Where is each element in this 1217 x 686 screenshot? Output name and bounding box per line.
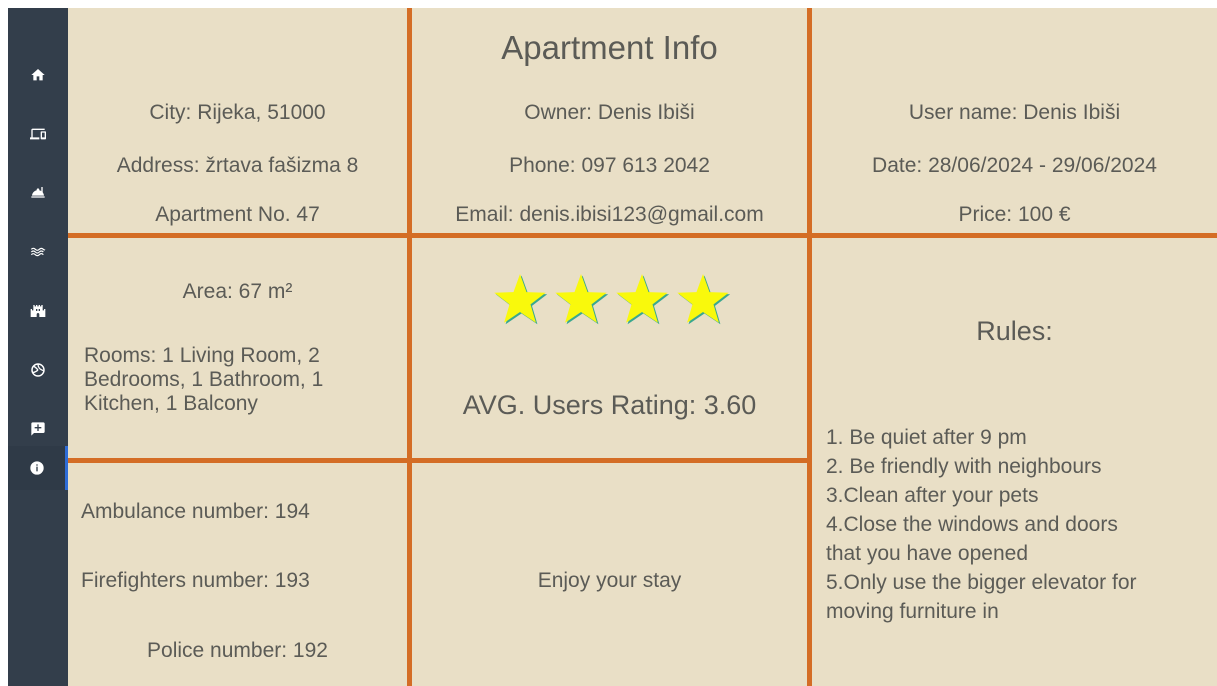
devices-icon bbox=[30, 128, 46, 140]
rules-title: Rules: bbox=[976, 316, 1053, 346]
police-number-text: Police number: 192 bbox=[147, 639, 328, 662]
average-rating-text: AVG. Users Rating: 3.60 bbox=[462, 390, 757, 420]
home-icon bbox=[31, 69, 45, 81]
add-comment-icon bbox=[31, 422, 45, 436]
star-icon bbox=[677, 274, 729, 323]
star-icon bbox=[494, 274, 546, 323]
user-name-text: User name: Denis Ibiši bbox=[908, 101, 1121, 124]
sidebar-item-add-comment[interactable] bbox=[8, 407, 68, 451]
sidebar-item-waves[interactable] bbox=[8, 230, 68, 274]
rules-list: 1. Be quiet after 9 pm 2. Be friendly wi… bbox=[826, 426, 1137, 623]
apartment-number-text: Apartment No. 47 bbox=[155, 203, 320, 226]
info-icon bbox=[29, 461, 44, 475]
email-text: Email: denis.ibisi123@gmail.com bbox=[455, 203, 764, 226]
room-service-icon bbox=[31, 187, 45, 198]
ambulance-number-text: Ambulance number: 194 bbox=[81, 500, 310, 523]
star-icon bbox=[555, 274, 607, 323]
sidebar-item-home[interactable] bbox=[8, 53, 68, 97]
sidebar-item-info[interactable] bbox=[8, 446, 68, 490]
owner-text: Owner: Denis Ibiši bbox=[524, 101, 695, 124]
sidebar-item-devices[interactable] bbox=[8, 112, 68, 156]
area-text: Area: 67 m² bbox=[182, 280, 293, 303]
waves-icon bbox=[30, 247, 46, 257]
greeting-text: Enjoy your stay bbox=[537, 569, 682, 592]
address-text: Address: žrtava fašizma 8 bbox=[116, 154, 359, 177]
sidebar-item-volleyball[interactable] bbox=[8, 348, 68, 392]
volleyball-icon bbox=[31, 363, 45, 377]
star-icon bbox=[616, 274, 668, 323]
firefighters-number-text: Firefighters number: 193 bbox=[81, 569, 310, 592]
page-title: Apartment Info bbox=[501, 29, 718, 66]
castle-icon bbox=[30, 305, 46, 317]
apartment-info-page: City: Rijeka, 51000 Address: žrtava faši… bbox=[8, 8, 1217, 686]
phone-text: Phone: 097 613 2042 bbox=[509, 154, 710, 177]
sidebar bbox=[8, 8, 68, 686]
date-text: Date: 28/06/2024 - 29/06/2024 bbox=[872, 154, 1157, 177]
divider-horizontal-2 bbox=[68, 458, 812, 463]
star-rating bbox=[494, 274, 730, 325]
sidebar-item-castle[interactable] bbox=[8, 289, 68, 333]
price-text: Price: 100 € bbox=[958, 203, 1071, 226]
rooms-text: Rooms: 1 Living Room, 2 Bedrooms, 1 Bath… bbox=[84, 344, 324, 415]
sidebar-item-room-service[interactable] bbox=[8, 171, 68, 215]
city-text: City: Rijeka, 51000 bbox=[149, 101, 326, 124]
divider-horizontal-1 bbox=[68, 233, 1217, 238]
